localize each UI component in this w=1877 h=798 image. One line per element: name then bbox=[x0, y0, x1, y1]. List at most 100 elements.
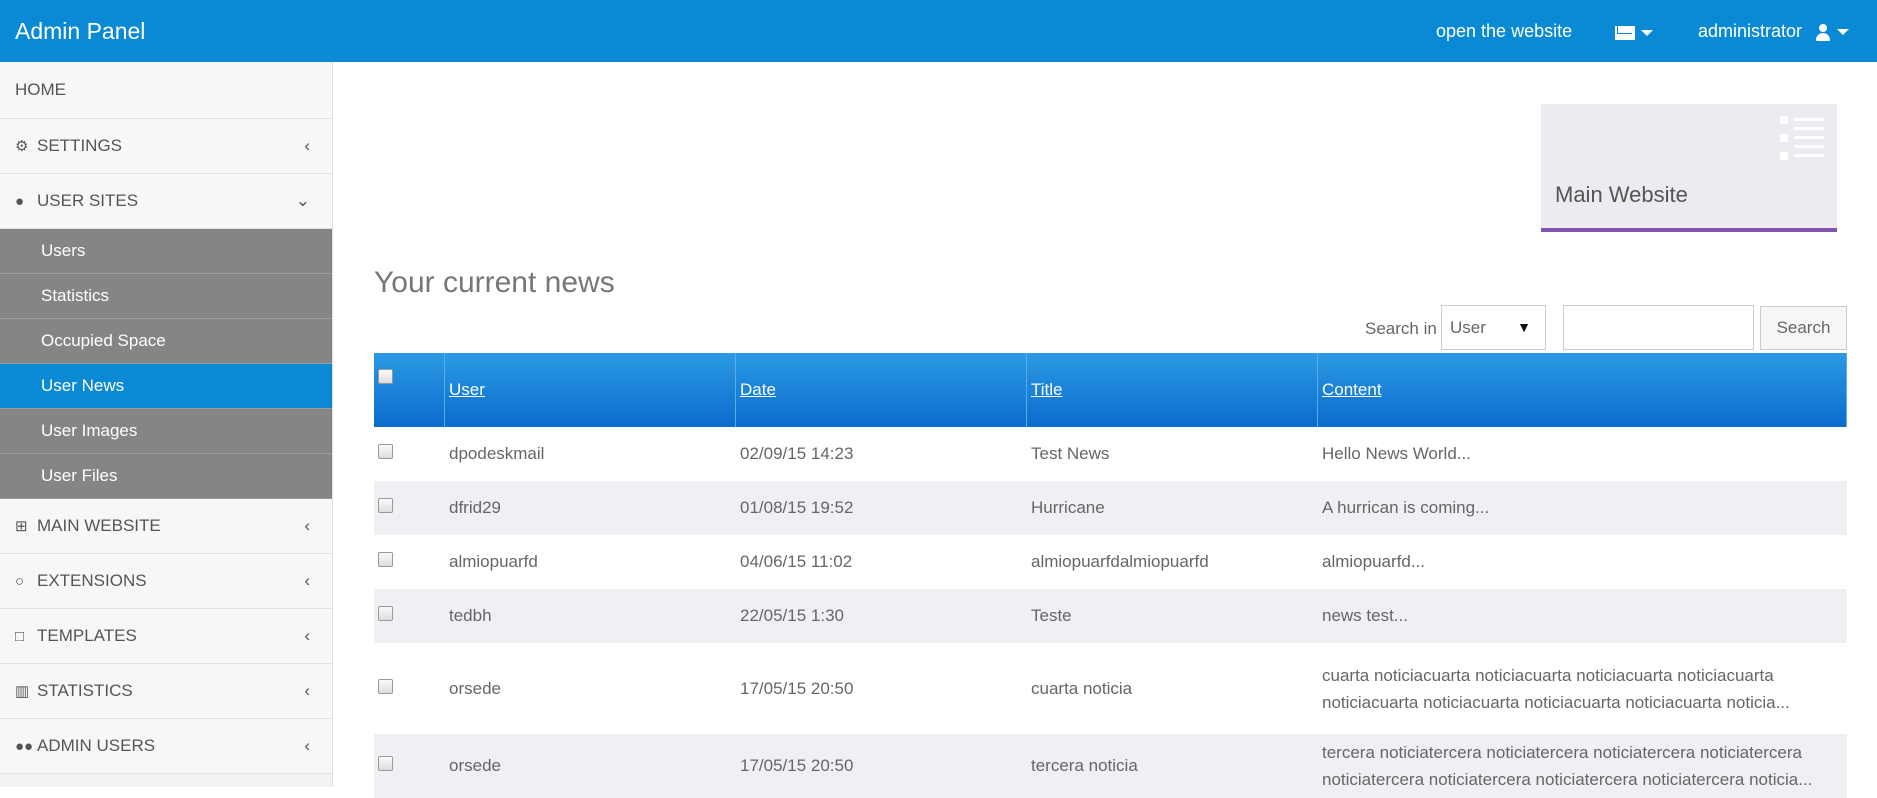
row-checkbox[interactable] bbox=[378, 756, 393, 771]
cell-date: 22/05/15 1:30 bbox=[735, 589, 1027, 643]
sidebar-item-admin-users[interactable]: ●● ADMIN USERS ‹ bbox=[0, 719, 332, 774]
cell-content: tercera noticiatercera noticiatercera no… bbox=[1317, 734, 1847, 798]
column-header-date[interactable]: Date bbox=[735, 353, 1027, 427]
sidebar-item-statistics[interactable]: ▥ STATISTICS ‹ bbox=[0, 664, 332, 719]
column-header-user[interactable]: User bbox=[444, 353, 736, 427]
table-header-row: User Date Title Content bbox=[374, 353, 1847, 427]
cell-user: tedbh bbox=[444, 589, 736, 643]
user-name: administrator bbox=[1698, 21, 1803, 41]
column-header-content[interactable]: Content bbox=[1317, 353, 1847, 427]
chevron-left-icon: ‹ bbox=[304, 136, 310, 155]
search-field-value: User bbox=[1450, 318, 1486, 337]
search-button[interactable]: Search bbox=[1760, 306, 1847, 350]
cell-title: almiopuarfdalmiopuarfd bbox=[1026, 535, 1318, 589]
table-row[interactable]: almiopuarfd 04/06/15 11:02 almiopuarfdal… bbox=[374, 535, 1847, 589]
caret-down-icon bbox=[1837, 29, 1850, 36]
table-row[interactable]: dpodeskmail 02/09/15 14:23 Test News Hel… bbox=[374, 427, 1847, 481]
table-row[interactable]: orsede 17/05/15 20:50 cuarta noticia cua… bbox=[374, 643, 1847, 734]
row-checkbox[interactable] bbox=[378, 498, 393, 513]
search-in-label: Search in bbox=[1365, 319, 1437, 338]
cell-user: orsede bbox=[444, 643, 736, 734]
sidebar-item-label: USER SITES bbox=[37, 191, 139, 210]
user-icon bbox=[1815, 23, 1831, 42]
news-table: User Date Title Content dpodeskmail 02/0… bbox=[374, 353, 1847, 798]
sidebar-item-templates[interactable]: □ TEMPLATES ‹ bbox=[0, 609, 332, 664]
sidebar-item-main-website[interactable]: ⊞ MAIN WEBSITE ‹ bbox=[0, 499, 332, 554]
sidebar-item-label: MAIN WEBSITE bbox=[37, 516, 161, 535]
table-row[interactable]: orsede 17/05/15 20:50 tercera noticia te… bbox=[374, 734, 1847, 798]
messages-dropdown[interactable] bbox=[1615, 22, 1653, 43]
chevron-down-icon: ⌄ bbox=[295, 191, 310, 210]
search-field-select[interactable]: User ▼ bbox=[1441, 305, 1546, 350]
sidebar-item-label: SETTINGS bbox=[37, 136, 123, 155]
table-row[interactable]: tedbh 22/05/15 1:30 Teste news test... bbox=[374, 589, 1847, 643]
row-checkbox[interactable] bbox=[378, 678, 393, 694]
sidebar-item-label: STATISTICS bbox=[37, 681, 133, 700]
row-checkbox-cell bbox=[374, 427, 445, 481]
sidebar-item-extensions[interactable]: ○ EXTENSIONS ‹ bbox=[0, 554, 332, 609]
table-row[interactable]: dfrid29 01/08/15 19:52 Hurricane A hurri… bbox=[374, 481, 1847, 535]
card-title: Main Website bbox=[1555, 182, 1688, 207]
row-checkbox-cell bbox=[374, 734, 445, 798]
cell-content: news test... bbox=[1317, 589, 1847, 643]
cell-date: 17/05/15 20:50 bbox=[735, 643, 1027, 734]
chevron-left-icon: ‹ bbox=[304, 516, 310, 535]
sidebar: HOME ⚙ SETTINGS ‹ ● USER SITES ⌄ Users Sta… bbox=[0, 62, 333, 787]
row-checkbox[interactable] bbox=[378, 606, 393, 621]
bar-chart-icon: ▥ bbox=[15, 683, 30, 700]
caret-down-icon bbox=[1641, 30, 1653, 37]
row-checkbox-cell bbox=[374, 643, 445, 734]
cell-date: 02/09/15 14:23 bbox=[735, 427, 1027, 481]
sidebar-subitem-statistics[interactable]: Statistics bbox=[0, 274, 332, 319]
sitemap-icon: ⊞ bbox=[15, 518, 28, 535]
cell-title: tercera noticia bbox=[1026, 734, 1318, 798]
dropdown-arrow-icon: ▼ bbox=[1517, 319, 1531, 335]
envelope-icon bbox=[1615, 26, 1635, 41]
cell-title: Teste bbox=[1026, 589, 1318, 643]
sidebar-subitem-occupied-space[interactable]: Occupied Space bbox=[0, 319, 332, 364]
sidebar-item-home[interactable]: HOME bbox=[0, 62, 332, 119]
list-icon bbox=[1780, 116, 1824, 160]
page-title: Your current news bbox=[374, 266, 615, 299]
sidebar-item-label: TEMPLATES bbox=[37, 626, 137, 645]
cell-user: dfrid29 bbox=[444, 481, 736, 535]
select-all-checkbox[interactable] bbox=[378, 369, 393, 384]
row-checkbox-cell bbox=[374, 535, 445, 589]
chevron-left-icon: ‹ bbox=[304, 736, 310, 755]
cell-content: almiopuarfd... bbox=[1317, 535, 1847, 589]
cell-content: Hello News World... bbox=[1317, 427, 1847, 481]
gears-icon: ⚙ bbox=[15, 138, 29, 155]
top-navbar: Admin Panel open the website administrat… bbox=[0, 0, 1877, 62]
cell-date: 17/05/15 20:50 bbox=[735, 734, 1027, 798]
row-checkbox-cell bbox=[374, 589, 445, 643]
cell-date: 04/06/15 11:02 bbox=[735, 535, 1027, 589]
open-website-link[interactable]: open the website bbox=[1436, 21, 1572, 42]
gear-icon: ○ bbox=[15, 573, 25, 590]
cell-user: orsede bbox=[444, 734, 736, 798]
cell-user: almiopuarfd bbox=[444, 535, 736, 589]
row-checkbox-cell bbox=[374, 481, 445, 535]
cell-title: Test News bbox=[1026, 427, 1318, 481]
sidebar-subitem-user-files[interactable]: User Files bbox=[0, 454, 332, 499]
cell-content: A hurrican is coming... bbox=[1317, 481, 1847, 535]
users-icon: ●● bbox=[15, 738, 34, 755]
sidebar-subitem-user-images[interactable]: User Images bbox=[0, 409, 332, 454]
brand-title[interactable]: Admin Panel bbox=[15, 18, 145, 45]
sidebar-subitem-users[interactable]: Users bbox=[0, 229, 332, 274]
column-header-title[interactable]: Title bbox=[1026, 353, 1318, 427]
sidebar-subitem-user-news[interactable]: User News bbox=[0, 364, 332, 409]
chevron-left-icon: ‹ bbox=[304, 681, 310, 700]
main-website-card[interactable]: Main Website bbox=[1541, 104, 1837, 232]
sidebar-item-settings[interactable]: ⚙ SETTINGS ‹ bbox=[0, 119, 332, 174]
chevron-left-icon: ‹ bbox=[304, 626, 310, 645]
cell-user: dpodeskmail bbox=[444, 427, 736, 481]
row-checkbox[interactable] bbox=[378, 444, 393, 459]
search-input[interactable] bbox=[1563, 305, 1754, 350]
user-icon: ● bbox=[15, 193, 25, 210]
cell-date: 01/08/15 19:52 bbox=[735, 481, 1027, 535]
sidebar-item-user-sites[interactable]: ● USER SITES ⌄ bbox=[0, 174, 332, 229]
square-icon: □ bbox=[15, 628, 25, 645]
row-checkbox[interactable] bbox=[378, 552, 393, 567]
user-dropdown[interactable]: administrator bbox=[1698, 21, 1850, 42]
select-all-cell bbox=[374, 353, 445, 427]
